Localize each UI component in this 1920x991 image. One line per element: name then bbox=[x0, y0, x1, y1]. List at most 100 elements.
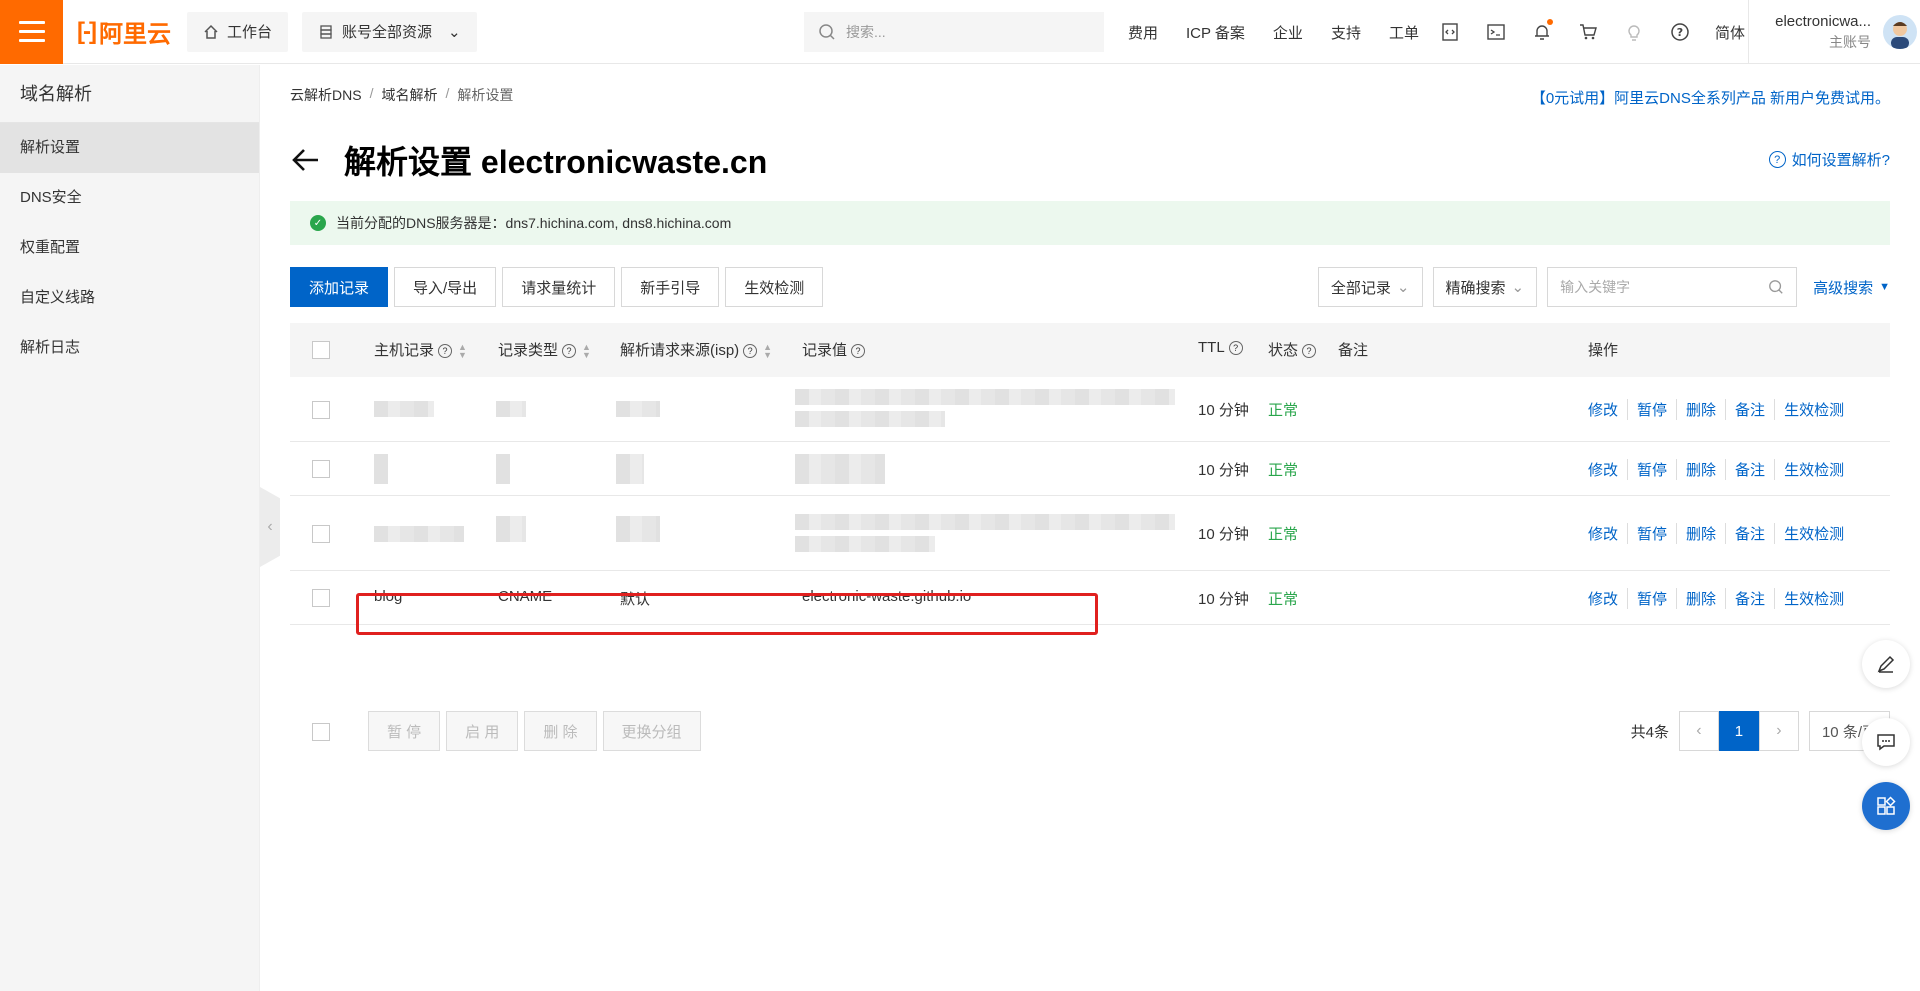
host-cell-blurred bbox=[374, 526, 464, 542]
apps-float-button[interactable] bbox=[1862, 782, 1910, 830]
code-icon[interactable] bbox=[1439, 21, 1461, 43]
batch-enable-button[interactable]: 启 用 bbox=[446, 711, 519, 751]
page-button-1[interactable]: 1 bbox=[1718, 711, 1759, 751]
promo-link[interactable]: 【0元试用】阿里云DNS全系列产品 新用户免费试用。 bbox=[1531, 87, 1890, 108]
row-checkbox[interactable] bbox=[312, 460, 330, 478]
effect-check-link[interactable]: 生效检测 bbox=[1774, 588, 1853, 609]
row-actions: 修改 暂停 删除 备注 生效检测 bbox=[1588, 399, 1853, 420]
record-filter-select[interactable]: 全部记录 ⌄ bbox=[1317, 267, 1423, 307]
delete-link[interactable]: 删除 bbox=[1676, 588, 1725, 609]
keyword-input[interactable]: 输入关键字 bbox=[1547, 267, 1798, 307]
effect-check-link[interactable]: 生效检测 bbox=[1774, 523, 1853, 544]
edit-link[interactable]: 修改 bbox=[1588, 523, 1627, 544]
effect-check-button[interactable]: 生效检测 bbox=[725, 267, 824, 307]
search-mode-select[interactable]: 精确搜索 ⌄ bbox=[1432, 267, 1538, 307]
effect-check-link[interactable]: 生效检测 bbox=[1774, 399, 1853, 420]
batch-pause-button[interactable]: 暂 停 bbox=[368, 711, 441, 751]
sidebar-title: 域名解析 bbox=[0, 65, 259, 123]
effect-check-link[interactable]: 生效检测 bbox=[1774, 459, 1853, 480]
question-icon: ? bbox=[1302, 344, 1317, 359]
remark-link[interactable]: 备注 bbox=[1725, 399, 1774, 420]
resources-dropdown[interactable]: 账号全部资源 ⌄ bbox=[302, 11, 477, 52]
status-badge: 正常 bbox=[1268, 591, 1299, 608]
edit-float-button[interactable] bbox=[1862, 640, 1910, 688]
remark-link[interactable]: 备注 bbox=[1725, 588, 1774, 609]
select-all-bottom-checkbox[interactable] bbox=[312, 723, 330, 741]
delete-link[interactable]: 删除 bbox=[1676, 523, 1725, 544]
import-export-button[interactable]: 导入/导出 bbox=[394, 267, 497, 307]
cart-icon[interactable] bbox=[1577, 21, 1599, 43]
remark-link[interactable]: 备注 bbox=[1725, 459, 1774, 480]
col-ops: 操作 bbox=[1588, 342, 1619, 359]
type-cell-blurred bbox=[496, 454, 510, 484]
link-enterprise[interactable]: 企业 bbox=[1273, 22, 1303, 43]
edit-link[interactable]: 修改 bbox=[1588, 459, 1627, 480]
pause-link[interactable]: 暂停 bbox=[1627, 588, 1676, 609]
caret-down-icon: ▼ bbox=[1879, 281, 1890, 293]
workbench-button[interactable]: 工作台 bbox=[186, 11, 288, 52]
ttl-cell: 10 分钟 bbox=[1198, 591, 1249, 608]
search-icon[interactable] bbox=[1768, 279, 1784, 295]
beginner-guide-button[interactable]: 新手引导 bbox=[621, 267, 720, 307]
global-search-input[interactable]: 搜索... bbox=[804, 12, 1104, 52]
lightbulb-icon[interactable] bbox=[1623, 21, 1645, 43]
prev-page-button[interactable]: ‹ bbox=[1678, 711, 1719, 751]
help-icon[interactable]: ? bbox=[1669, 21, 1691, 43]
aliyun-logo[interactable]: [-] 阿里云 bbox=[77, 14, 171, 49]
breadcrumb-item-dns[interactable]: 云解析DNS bbox=[290, 85, 362, 105]
next-page-button[interactable]: › bbox=[1758, 711, 1799, 751]
col-type[interactable]: 记录类型? ▲ ▼ bbox=[498, 339, 591, 360]
remark-link[interactable]: 备注 bbox=[1725, 523, 1774, 544]
link-support[interactable]: 支持 bbox=[1331, 22, 1361, 43]
sort-icon[interactable]: ▲ ▼ bbox=[458, 343, 467, 360]
row-actions: 修改 暂停 删除 备注 生效检测 bbox=[1588, 588, 1853, 609]
sidebar-item-resolve-settings[interactable]: 解析设置 bbox=[0, 123, 259, 173]
sidebar-item-dns-security[interactable]: DNS安全 bbox=[0, 173, 259, 223]
bell-icon[interactable] bbox=[1531, 19, 1553, 43]
top-bar: [-] 阿里云 工作台 账号全部资源 ⌄ 搜索... 费用 ICP 备案 企业 … bbox=[0, 0, 1920, 64]
terminal-icon[interactable] bbox=[1485, 21, 1507, 43]
sidebar-item-custom-line[interactable]: 自定义线路 bbox=[0, 273, 259, 323]
batch-delete-button[interactable]: 删 除 bbox=[524, 711, 597, 751]
sidebar-item-resolve-log[interactable]: 解析日志 bbox=[0, 323, 259, 373]
advanced-search-button[interactable]: 高级搜索 ▼ bbox=[1813, 277, 1890, 298]
row-checkbox[interactable] bbox=[312, 401, 330, 419]
link-fees[interactable]: 费用 bbox=[1128, 22, 1158, 43]
language-switch[interactable]: 简体 bbox=[1715, 22, 1745, 43]
col-value: 记录值? bbox=[802, 339, 866, 360]
breadcrumb-item-domain[interactable]: 域名解析 bbox=[381, 85, 437, 105]
sort-icon[interactable]: ▲ ▼ bbox=[763, 343, 772, 360]
pause-link[interactable]: 暂停 bbox=[1627, 459, 1676, 480]
table-row: 10 分钟 正常 修改 暂停 删除 备注 生效检测 bbox=[290, 442, 1890, 496]
delete-link[interactable]: 删除 bbox=[1676, 399, 1725, 420]
edit-link[interactable]: 修改 bbox=[1588, 588, 1627, 609]
link-icp[interactable]: ICP 备案 bbox=[1186, 22, 1245, 43]
type-cell-blurred bbox=[496, 516, 526, 542]
table-header: 主机记录? ▲ ▼ 记录类型? ▲ ▼ 解析请求来源(isp)? ▲ ▼ 记录值? TTL?… bbox=[290, 323, 1890, 377]
request-stats-button[interactable]: 请求量统计 bbox=[502, 267, 616, 307]
edit-link[interactable]: 修改 bbox=[1588, 399, 1627, 420]
link-ticket[interactable]: 工单 bbox=[1389, 22, 1419, 43]
ttl-cell: 10 分钟 bbox=[1198, 526, 1249, 543]
row-checkbox[interactable] bbox=[312, 589, 330, 607]
pause-link[interactable]: 暂停 bbox=[1627, 523, 1676, 544]
chat-float-button[interactable] bbox=[1862, 718, 1910, 766]
sidebar-collapse-handle[interactable]: ‹ bbox=[260, 487, 280, 567]
row-checkbox[interactable] bbox=[312, 525, 330, 543]
user-menu[interactable]: electronicwa... 主账号 bbox=[1748, 0, 1920, 64]
page-title: 解析设置 electronicwaste.cn bbox=[344, 144, 768, 180]
back-arrow-icon[interactable] bbox=[290, 144, 322, 176]
table-row: 10 分钟 正常 修改 暂停 删除 备注 生效检测 bbox=[290, 496, 1890, 571]
hamburger-menu-button[interactable] bbox=[0, 0, 63, 64]
col-isp[interactable]: 解析请求来源(isp)? ▲ ▼ bbox=[620, 339, 772, 360]
delete-link[interactable]: 删除 bbox=[1676, 459, 1725, 480]
pause-link[interactable]: 暂停 bbox=[1627, 399, 1676, 420]
sort-icon[interactable]: ▲ ▼ bbox=[582, 343, 591, 360]
help-link[interactable]: ? 如何设置解析? bbox=[1768, 149, 1890, 170]
sidebar-item-weight-config[interactable]: 权重配置 bbox=[0, 223, 259, 273]
col-host[interactable]: 主机记录? ▲ ▼ bbox=[374, 339, 467, 360]
select-all-checkbox[interactable] bbox=[312, 341, 330, 359]
isp-cell-blurred bbox=[616, 401, 660, 417]
add-record-button[interactable]: 添加记录 bbox=[290, 267, 389, 307]
change-group-button[interactable]: 更换分组 bbox=[602, 711, 701, 751]
